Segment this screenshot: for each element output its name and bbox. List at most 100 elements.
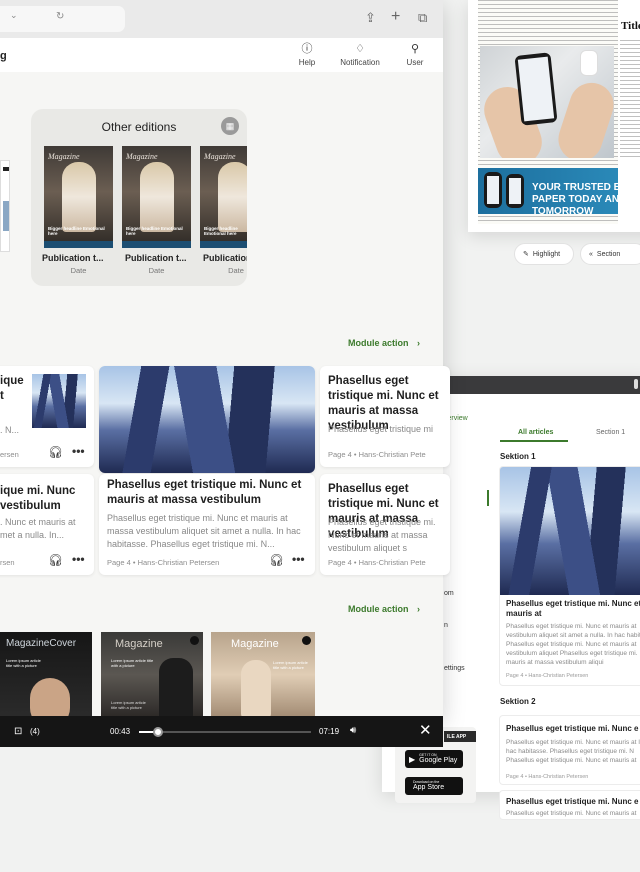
article-card[interactable]: Phasellus eget tristique mi. Nunc et mau…	[320, 366, 450, 467]
close-icon[interactable]: ✕	[419, 721, 432, 739]
magazine-cover[interactable]: Magazine Lorem ipsum article title with …	[101, 632, 203, 718]
playlist-icon[interactable]: ⊡	[14, 726, 22, 737]
badge-icon	[190, 636, 199, 645]
article-meta: ersen	[0, 450, 19, 459]
article-card[interactable]: Phasellus eget tristique mi. Nunc et mau…	[320, 474, 450, 575]
headphones-icon[interactable]: 🎧︎	[48, 553, 63, 567]
article-title: ique mi. Nunc vestibulum	[0, 485, 76, 512]
newspaper-title: Title	[621, 20, 640, 32]
highlight-button[interactable]: ✎ Highlight	[514, 243, 574, 265]
dropdown-icon: ⌄	[10, 10, 18, 20]
current-edition-peek[interactable]	[0, 160, 10, 252]
app-title: g	[0, 50, 7, 62]
queue-count: (4)	[30, 727, 40, 736]
mobile-app-badge: ILE APP	[444, 731, 476, 742]
article-title: ique t	[0, 375, 24, 402]
article-card[interactable]: ique t . N... ersen 🎧︎ •••	[0, 366, 94, 467]
sidebar-item-main[interactable]: n	[444, 622, 448, 629]
highlight-icon: ✎	[523, 251, 529, 258]
article-meta: Page 4 • Hans-Christian Petersen	[107, 558, 220, 567]
list-article-card[interactable]: Phasellus eget tristique mi. Nunc e Phas…	[499, 715, 640, 785]
badge-icon	[302, 636, 311, 645]
module-action-link[interactable]: Module action ›	[348, 338, 420, 348]
article-title: Phasellus eget tristique mi. Nunc et mau…	[107, 479, 302, 506]
edition-cover[interactable]: Magazine Bigger headline Emotional here	[200, 146, 247, 248]
article-card[interactable]: Phasellus eget tristique mi. Nunc et mau…	[99, 474, 315, 575]
article-excerpt: Phasellus eget tristique mi	[328, 424, 434, 434]
article-title: Phasellus eget tristique mi. Nunc et mau…	[506, 599, 640, 618]
share-icon[interactable]: ⇪	[365, 10, 376, 26]
user-icon: ⚲	[410, 43, 420, 55]
chevron-right-icon: ›	[417, 604, 421, 614]
section-title: Sektion 2	[500, 697, 536, 706]
more-icon[interactable]: •••	[72, 552, 85, 566]
sidebar-item-custom[interactable]: om	[444, 590, 454, 597]
article-meta: Page 4 • Hans-Christian Pete	[328, 450, 426, 459]
newspaper-banner-text: YOUR TRUSTED E-PAPER TODAY AND TOMORROW	[532, 182, 627, 217]
google-play-button[interactable]: ▶ GET IT ON Google Play	[405, 750, 463, 768]
new-tab-icon[interactable]: +	[391, 8, 400, 26]
headphones-icon[interactable]: 🎧︎	[48, 445, 63, 459]
cover-person	[241, 660, 271, 718]
edition-title[interactable]: Publication t...	[42, 253, 116, 263]
article-title: Phasellus eget tristique mi. Nunc e	[506, 724, 639, 733]
article-meta: Page 4 • Hans-Christian Petersen	[506, 774, 589, 780]
list-article-card[interactable]: Phasellus eget tristique mi. Nunc et mau…	[499, 466, 640, 686]
more-icon[interactable]: •••	[72, 444, 85, 458]
article-thumbnail	[32, 374, 86, 428]
sidebar-active-marker	[487, 490, 489, 506]
article-card[interactable]: ique mi. Nunc vestibulum . Nunc et mauri…	[0, 474, 94, 575]
article-meta: Page 4 • Hans-Christian Pete	[328, 558, 426, 567]
cover-person	[159, 658, 193, 718]
headphones-icon[interactable]: 🎧︎	[269, 553, 284, 567]
article-meta: Page 4 • Hans-Christian Petersen	[506, 673, 589, 679]
tab-underline	[500, 440, 568, 442]
more-icon[interactable]: •••	[292, 552, 305, 566]
app-header: g ⓘ Help ♢ Notification ⚲ User	[0, 38, 443, 72]
notification-button[interactable]: ♢ Notification	[332, 42, 388, 67]
edition-date: Date	[70, 266, 87, 275]
article-image	[500, 467, 640, 595]
help-button[interactable]: ⓘ Help	[279, 42, 335, 67]
reload-icon[interactable]: ↻	[56, 11, 64, 22]
help-icon: ⓘ	[301, 43, 313, 55]
cover-person	[30, 678, 70, 718]
other-editions-title: Other editions	[101, 120, 177, 134]
article-hero-image-card[interactable]	[99, 366, 315, 473]
app-store-button[interactable]: Download on the App Store	[405, 777, 463, 795]
chevrons-left-icon: «	[589, 250, 593, 258]
section-title: Sektion 1	[500, 452, 536, 461]
article-excerpt: Phasellus eget tristique mi. Nunc et mau…	[107, 513, 301, 549]
scroll-indicator	[634, 379, 638, 389]
elapsed-time: 00:43	[110, 727, 131, 736]
audio-player: ⊡ (4) 00:43 07:19 🔊︎ ✕	[0, 716, 443, 747]
tab-section-1[interactable]: Section 1	[596, 429, 625, 436]
article-hero-image	[99, 366, 315, 473]
progress-handle[interactable]	[152, 727, 163, 737]
tabs-icon[interactable]: ⧉	[418, 10, 427, 26]
edition-date: Date	[228, 266, 244, 275]
list-article-card[interactable]: Phasellus eget tristique mi. Nunc e Phas…	[499, 790, 640, 820]
article-excerpt: Phasellus eget tristique mi. Nunc et mau…	[506, 810, 637, 817]
module-action-link[interactable]: Module action ›	[348, 604, 420, 614]
edition-title[interactable]: Publication t	[203, 253, 247, 263]
article-excerpt: Phasellus eget tristique mi. Nunc et mau…	[506, 623, 640, 666]
progress-track[interactable]	[139, 727, 311, 737]
newspaper-photo	[480, 46, 614, 158]
volume-icon[interactable]: 🔊︎	[350, 725, 356, 736]
sidebar-item-settings[interactable]: ettings	[444, 665, 465, 672]
edition-title[interactable]: Publication t...	[125, 253, 199, 263]
magazine-cover[interactable]: Magazine Lorem ipsum article title with …	[211, 632, 315, 718]
user-button[interactable]: ⚲ User	[387, 42, 443, 67]
magazine-cover[interactable]: MagazineCover Lorem ipsum article title …	[0, 632, 92, 718]
section-button[interactable]: «Section	[580, 243, 640, 265]
tab-all-articles[interactable]: All articles	[518, 429, 553, 436]
article-excerpt: Phasellus eget tristique mi. Nunc et mau…	[328, 517, 436, 553]
url-field[interactable]: ⌄ ↻	[0, 6, 125, 32]
edition-cover[interactable]: Magazine Bigger headline Emotional here	[122, 146, 191, 248]
total-time: 07:19	[319, 727, 340, 736]
edition-cover[interactable]: Magazine Bigger headline Emotional here	[44, 146, 113, 248]
edition-date: Date	[148, 266, 165, 275]
calendar-icon[interactable]: ▦	[221, 117, 239, 135]
bell-icon: ♢	[355, 43, 365, 55]
